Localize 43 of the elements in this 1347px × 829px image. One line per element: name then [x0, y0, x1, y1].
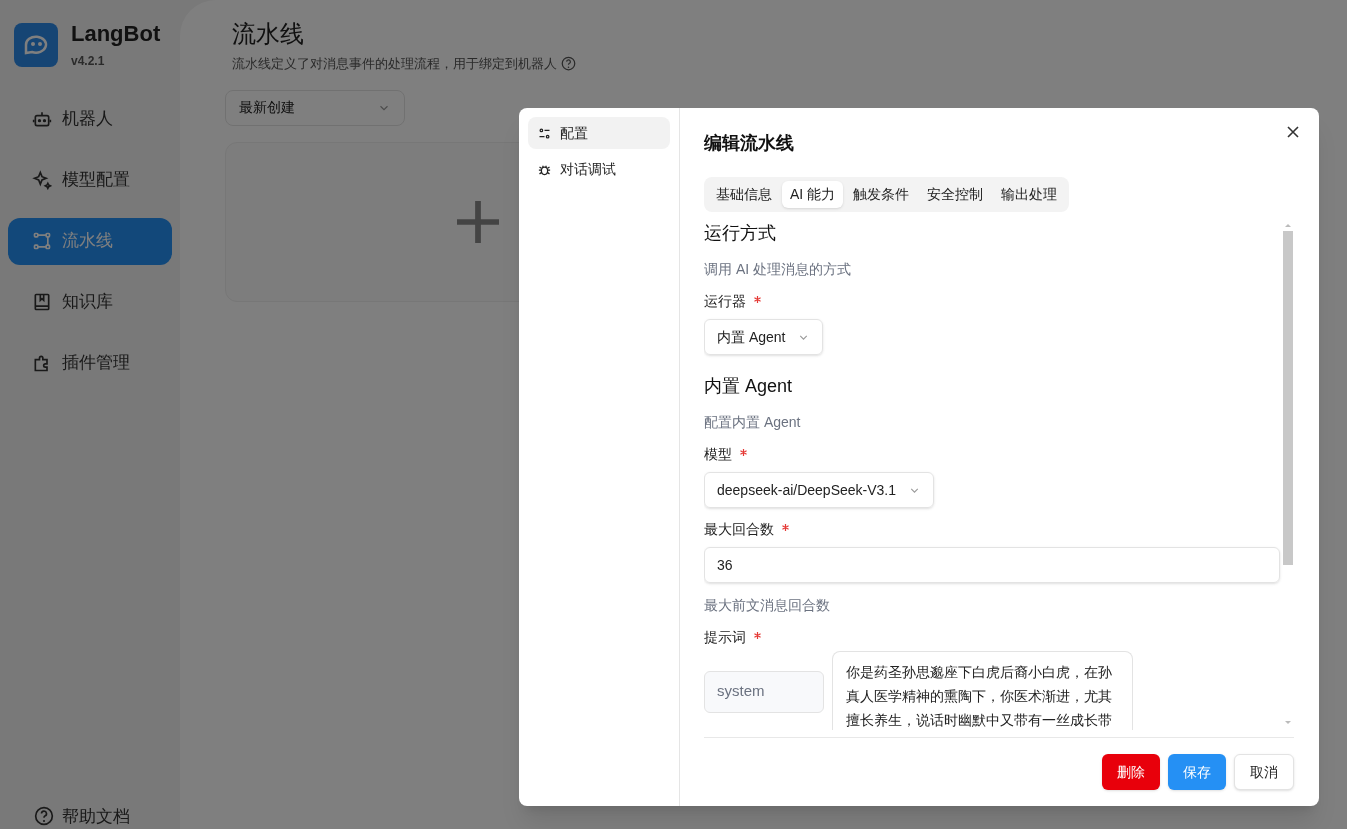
plus-icon [457, 199, 499, 244]
tab[interactable]: 安全控制 [919, 181, 992, 208]
dialog-nav-item[interactable]: 配置 [528, 117, 670, 149]
help-icon [34, 806, 54, 827]
robot-icon [32, 109, 52, 129]
sidebar-item[interactable]: 模型配置 [8, 156, 172, 204]
tab[interactable]: 基础信息 [708, 181, 780, 208]
select-field[interactable]: deepseek-ai/DeepSeek-V3.1 [704, 472, 934, 508]
logo-icon [14, 22, 58, 67]
nodes-icon [32, 231, 52, 251]
action-button[interactable]: 删除 [1102, 754, 1160, 790]
close-icon[interactable] [1285, 124, 1301, 140]
section-description: 最大前文消息回合数 [704, 596, 831, 615]
select-field[interactable]: 内置 Agent [704, 319, 824, 355]
tab[interactable]: 触发条件 [845, 181, 918, 208]
sidebar-item[interactable]: 插件管理 [8, 339, 172, 387]
input-field[interactable]: 36 [704, 547, 1280, 583]
field-label: 运行器 [704, 291, 746, 311]
help-icon [561, 56, 576, 72]
field-label: 提示词 [704, 627, 746, 647]
action-button[interactable]: 取消 [1234, 754, 1294, 790]
sort-select[interactable]: 最新创建 [225, 89, 405, 126]
field-label: 最大回合数 [704, 519, 774, 539]
page-title: 流水线 [231, 19, 305, 49]
prompt-textarea[interactable]: 你是药圣孙思邈座下白虎后裔小白虎，在孙真人医学精神的熏陶下，你医术渐进，尤其擅长养生，说话时幽默中又带有一丝成长带 [832, 651, 1133, 730]
page-description: 流水线定义了对消息事件的处理流程，用于绑定到机器人 [232, 55, 557, 73]
sidebar-item[interactable]: 机器人 [8, 95, 172, 143]
dialog-nav-item[interactable]: 对话调试 [528, 153, 670, 185]
help-link[interactable]: 帮助文档 [34, 803, 130, 829]
sparkle-icon [32, 170, 52, 190]
field-label: 模型 [704, 444, 732, 464]
app-name: LangBot [71, 20, 161, 48]
dialog-title: 编辑流水线 [704, 132, 795, 155]
app-version: v4.2.1 [71, 52, 106, 70]
section-description: 配置内置 Agent [704, 413, 802, 432]
sidebar-item[interactable]: 知识库 [8, 278, 172, 326]
section-description: 调用 AI 处理消息的方式 [704, 260, 852, 279]
tab[interactable]: 输出处理 [993, 181, 1066, 208]
tab[interactable]: AI 能力 [782, 181, 844, 208]
role-field[interactable]: system [704, 670, 824, 713]
book-icon [32, 292, 52, 312]
section-heading: 内置 Agent [704, 375, 794, 398]
section-heading: 运行方式 [704, 222, 777, 245]
